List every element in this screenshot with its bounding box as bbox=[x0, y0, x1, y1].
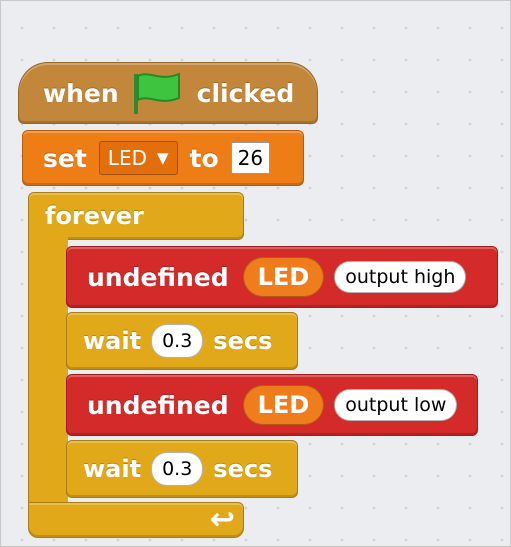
clicked-label: clicked bbox=[196, 78, 295, 108]
output-mode-dropdown[interactable]: output low bbox=[334, 389, 458, 421]
output-mode-dropdown[interactable]: output high bbox=[334, 261, 467, 293]
dropdown-arrow-icon: ▼ bbox=[156, 149, 169, 167]
block-label: undefined bbox=[87, 390, 229, 420]
to-label: to bbox=[189, 143, 219, 173]
forever-block-bottom: ↩ bbox=[28, 502, 244, 538]
loop-arrow-icon: ↩ bbox=[209, 502, 235, 537]
wait-block[interactable]: wait 0.3 secs bbox=[66, 312, 298, 370]
when-label: when bbox=[43, 78, 119, 108]
when-flag-clicked-block[interactable]: when clicked bbox=[18, 62, 318, 124]
wait-seconds-input[interactable]: 0.3 bbox=[151, 324, 204, 358]
set-value-input[interactable]: 26 bbox=[230, 142, 271, 174]
variable-name: LED bbox=[107, 146, 147, 170]
forever-label: forever bbox=[45, 202, 144, 230]
green-flag-icon bbox=[133, 72, 180, 114]
pin-reporter[interactable]: LED bbox=[242, 385, 325, 425]
secs-label: secs bbox=[213, 327, 273, 355]
scripts-area: when clicked set LED ▼ to 26 forever und… bbox=[0, 0, 511, 547]
forever-block[interactable]: forever bbox=[28, 192, 244, 240]
pin-output-block[interactable]: undefined LED output low bbox=[66, 374, 478, 436]
variable-dropdown[interactable]: LED ▼ bbox=[98, 141, 178, 175]
block-label: undefined bbox=[87, 262, 229, 292]
wait-label: wait bbox=[83, 455, 142, 483]
pin-reporter[interactable]: LED bbox=[242, 257, 325, 297]
wait-label: wait bbox=[83, 327, 142, 355]
forever-block-arm bbox=[28, 236, 68, 512]
wait-seconds-input[interactable]: 0.3 bbox=[151, 452, 204, 486]
wait-block[interactable]: wait 0.3 secs bbox=[66, 440, 298, 498]
secs-label: secs bbox=[213, 455, 273, 483]
set-label: set bbox=[43, 143, 87, 173]
set-variable-block[interactable]: set LED ▼ to 26 bbox=[22, 130, 304, 186]
pin-output-block[interactable]: undefined LED output high bbox=[66, 246, 498, 308]
